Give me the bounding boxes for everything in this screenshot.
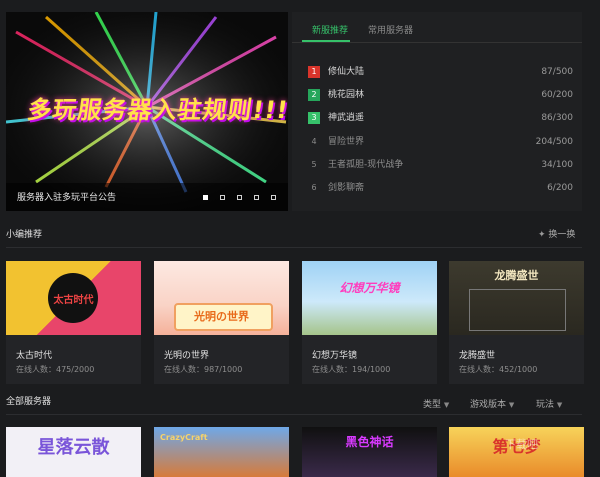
server-count: 87/500 — [541, 67, 573, 77]
server-card[interactable]: 龙腾盛世 龙腾盛世 在线人数：452/1000 — [449, 261, 584, 384]
card-thumbnail[interactable]: 太古时代 — [6, 261, 141, 335]
chevron-down-icon: ▼ — [508, 401, 515, 409]
server-card[interactable]: 光明の世界 光明の世界 在线人数：987/1000 — [154, 261, 289, 384]
server-name[interactable]: 冒险世界 — [328, 136, 364, 148]
server-card-thumbnail[interactable]: 第七梦 — [449, 427, 584, 477]
server-card[interactable]: 幻想万华镜 幻想万华镜 在线人数：194/1000 — [302, 261, 437, 384]
card-name[interactable]: 幻想万华镜 — [312, 348, 357, 361]
section-title-editor-picks: 小编推荐 — [6, 230, 43, 240]
rank-number: 4 — [311, 137, 317, 146]
tab-new-servers[interactable]: 新服推荐 — [312, 23, 348, 36]
thumb-title: 幻想万华镜 — [339, 281, 400, 295]
thumb-title: 龙腾盛世 — [494, 269, 539, 282]
rank-badge: 1 — [308, 66, 320, 78]
server-name[interactable]: 桃花园林 — [328, 89, 364, 101]
banner-title: 多玩服务器入驻规则!!! — [25, 96, 288, 124]
server-card-thumbnail[interactable]: 黑色神话 — [302, 427, 437, 477]
card-online-count: 在线人数：987/1000 — [164, 365, 243, 374]
card-thumbnail[interactable]: 光明の世界 — [154, 261, 289, 335]
section-title-all-servers: 全部服务器 — [6, 397, 52, 407]
filter-label: 类型 — [423, 400, 442, 410]
server-count: 60/200 — [541, 90, 573, 100]
server-row[interactable]: 2 桃花园林 60/200 — [308, 89, 573, 103]
active-tab-indicator — [302, 40, 350, 42]
thumb-title: CrazyCraft — [160, 433, 208, 442]
card-name[interactable]: 龙腾盛世 — [459, 348, 495, 361]
server-row[interactable]: 5 王者孤胆-现代战争 34/100 — [308, 159, 573, 173]
carousel-dot[interactable] — [271, 195, 276, 200]
carousel-dot[interactable] — [237, 195, 242, 200]
rank-badge: 3 — [308, 112, 320, 124]
thumb-title: 光明の世界 — [194, 310, 249, 323]
carousel-dot[interactable] — [254, 195, 259, 200]
filter-label: 玩法 — [536, 400, 555, 410]
card-name[interactable]: 太古时代 — [16, 348, 52, 361]
card-online-count: 在线人数：475/2000 — [16, 365, 95, 374]
server-name[interactable]: 神武逍遥 — [328, 112, 364, 124]
server-name[interactable]: 王者孤胆-现代战争 — [328, 159, 403, 171]
server-count: 86/300 — [541, 113, 573, 123]
server-name[interactable]: 剑影聊斋 — [328, 182, 364, 194]
server-count: 6/200 — [547, 183, 573, 193]
refresh-button[interactable]: ✦ 换一换 — [538, 227, 575, 240]
panel-tabs: 新服推荐 常用服务器 — [292, 12, 582, 43]
filter-type[interactable]: 类型 ▼ — [423, 397, 449, 410]
thumb-frame — [469, 289, 566, 331]
carousel-dots — [203, 195, 276, 200]
watermark: 下载吧 — [505, 438, 538, 451]
card-name[interactable]: 光明の世界 — [164, 348, 209, 361]
filter-gameplay[interactable]: 玩法 ▼ — [536, 397, 562, 410]
thumb-title: 太古时代 — [53, 295, 94, 306]
server-ranking-panel: 新服推荐 常用服务器 1 修仙大陆 87/500 2 桃花园林 60/200 3… — [292, 12, 582, 211]
server-card-thumbnail[interactable]: 星落云散 — [6, 427, 141, 477]
section-divider — [6, 414, 582, 415]
banner-caption[interactable]: 服务器入驻多玩平台公告 — [17, 190, 116, 203]
tab-common-servers[interactable]: 常用服务器 — [368, 23, 413, 36]
card-online-count: 在线人数：452/1000 — [459, 365, 538, 374]
filter-version[interactable]: 游戏版本 ▼ — [470, 397, 514, 410]
card-online-count: 在线人数：194/1000 — [312, 365, 391, 374]
rank-number: 5 — [311, 160, 317, 169]
section-divider — [6, 247, 582, 248]
chevron-down-icon: ▼ — [443, 401, 450, 409]
carousel-dot[interactable] — [220, 195, 225, 200]
carousel-dot[interactable] — [203, 195, 208, 200]
server-row[interactable]: 4 冒险世界 204/500 — [308, 136, 573, 150]
server-name[interactable]: 修仙大陆 — [328, 66, 364, 78]
server-row[interactable]: 6 剑影聊斋 6/200 — [308, 182, 573, 196]
rank-number: 6 — [311, 183, 317, 192]
card-thumbnail[interactable]: 幻想万华镜 — [302, 261, 437, 335]
server-row[interactable]: 3 神武逍遥 86/300 — [308, 112, 573, 126]
thumb-title: 星落云散 — [37, 437, 110, 458]
card-thumbnail[interactable]: 龙腾盛世 — [449, 261, 584, 335]
wand-icon: ✦ — [538, 230, 546, 240]
filter-label: 游戏版本 — [470, 400, 507, 410]
chevron-down-icon: ▼ — [556, 401, 563, 409]
server-card-thumbnail[interactable]: CrazyCraft — [154, 427, 289, 477]
server-card[interactable]: 太古时代 太古时代 在线人数：475/2000 — [6, 261, 141, 384]
banner-carousel[interactable]: 多玩服务器入驻规则!!! 服务器入驻多玩平台公告 — [6, 12, 288, 211]
server-count: 204/500 — [535, 137, 573, 147]
refresh-label: 换一换 — [548, 230, 576, 240]
thumb-title: 黑色神话 — [345, 435, 394, 449]
server-count: 34/100 — [541, 160, 573, 170]
rank-badge: 2 — [308, 89, 320, 101]
server-row[interactable]: 1 修仙大陆 87/500 — [308, 66, 573, 80]
